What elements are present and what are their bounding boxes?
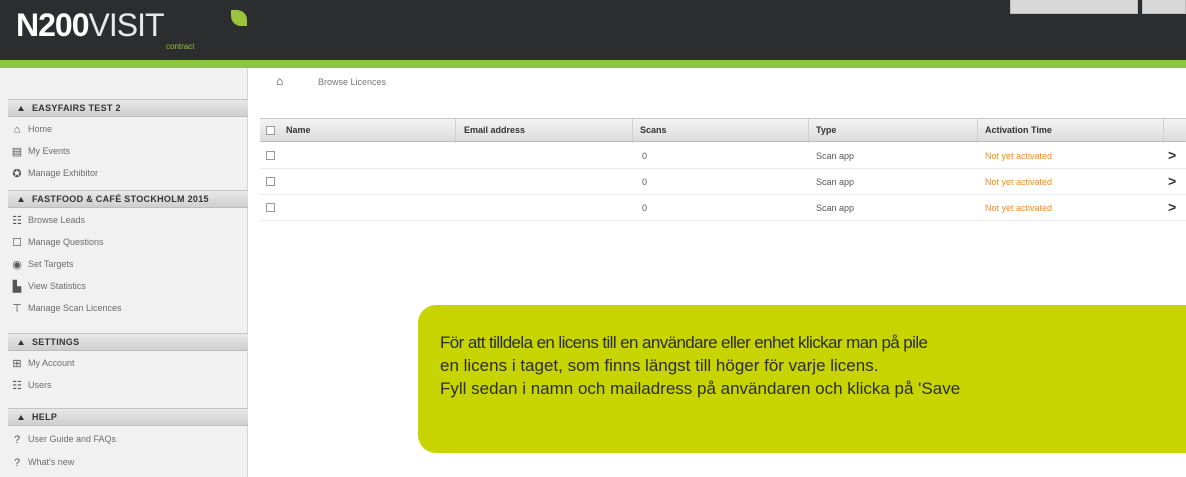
collapse-triangle-icon <box>18 340 24 345</box>
header-button-small[interactable] <box>1142 0 1186 14</box>
sidebar-item-user-guide[interactable]: ? User Guide and FAQs <box>8 430 248 450</box>
sidebar-item-label: Set Targets <box>28 259 74 269</box>
cell-type: Scan app <box>816 203 855 213</box>
callout-line-2: en licens i taget, som finns längst till… <box>440 356 879 375</box>
table-header: Name Email address Scans Type Activation… <box>260 118 1186 143</box>
column-header-name[interactable]: Name <box>286 125 311 135</box>
cell-scans: 0 <box>642 203 648 213</box>
sidebar-item-label: Manage Questions <box>28 237 104 247</box>
breadcrumb-current: Browse Licences <box>318 77 387 87</box>
sidebar-item-view-statistics[interactable]: ▙ View Statistics <box>8 277 248 297</box>
cell-scans: 0 <box>642 151 648 161</box>
sidebar-item-users[interactable]: ☷ Users <box>8 376 248 396</box>
sidebar-section-fastfood[interactable]: FASTFOOD & CAFÉ STOCKHOLM 2015 <box>8 190 248 208</box>
row-arrow-icon[interactable]: > <box>1168 199 1176 215</box>
table-row[interactable]: 0 Scan app Not yet activated > <box>260 169 1186 195</box>
sidebar-section-help[interactable]: HELP <box>8 408 248 426</box>
sidebar: EASYFAIRS TEST 2 ⌂ Home ▤ My Events ✪ Ma… <box>0 68 248 477</box>
question-icon: ? <box>13 434 21 446</box>
column-separator <box>977 119 978 143</box>
sidebar-item-label: Home <box>28 124 53 134</box>
logo[interactable]: N200VISIT contract <box>16 7 247 52</box>
question-icon: ? <box>13 457 21 469</box>
sidebar-item-label: Browse Leads <box>28 215 86 225</box>
home-icon: ⌂ <box>13 124 21 136</box>
gear-icon: ✪ <box>12 168 22 180</box>
leaf-icon <box>231 10 247 26</box>
cell-activation-status: Not yet activated <box>985 151 1053 161</box>
sidebar-item-label: What's new <box>28 457 75 467</box>
column-header-scans[interactable]: Scans <box>640 125 667 135</box>
column-header-activation-time[interactable]: Activation Time <box>985 125 1052 135</box>
column-separator <box>632 119 633 143</box>
sidebar-item-home[interactable]: ⌂ Home <box>8 120 248 140</box>
sidebar-section-settings[interactable]: SETTINGS <box>8 333 248 351</box>
sidebar-item-whats-new[interactable]: ? What's new <box>8 453 248 473</box>
column-separator <box>808 119 809 143</box>
accent-bar <box>0 60 1186 68</box>
calendar-icon: ▤ <box>11 146 23 158</box>
column-separator <box>1163 119 1164 143</box>
sidebar-section-title: SETTINGS <box>32 337 80 347</box>
collapse-triangle-icon <box>18 415 24 420</box>
callout-line-3: Fyll sedan i namn och mailadress på anvä… <box>440 379 961 398</box>
cell-activation-status: Not yet activated <box>985 203 1053 213</box>
sidebar-item-label: User Guide and FAQs <box>28 434 117 444</box>
row-checkbox[interactable] <box>266 177 275 186</box>
people-icon: ☷ <box>12 215 22 227</box>
collapse-triangle-icon <box>18 197 24 202</box>
column-header-email[interactable]: Email address <box>464 125 525 135</box>
sidebar-item-browse-leads[interactable]: ☷ Browse Leads <box>8 211 248 231</box>
collapse-triangle-icon <box>18 106 24 111</box>
cell-type: Scan app <box>816 151 855 161</box>
row-checkbox[interactable] <box>266 151 275 160</box>
scanner-icon: ⊤ <box>12 303 22 315</box>
cell-scans: 0 <box>642 177 648 187</box>
table-row[interactable]: 0 Scan app Not yet activated > <box>260 195 1186 221</box>
sidebar-item-label: Manage Exhibitor <box>28 168 99 178</box>
logo-light-text: VISIT <box>88 7 165 43</box>
sidebar-item-my-events[interactable]: ▤ My Events <box>8 142 248 162</box>
row-checkbox[interactable] <box>266 203 275 212</box>
target-icon: ◉ <box>12 259 22 271</box>
select-all-checkbox[interactable] <box>266 126 275 135</box>
table-row[interactable]: 0 Scan app Not yet activated > <box>260 143 1186 169</box>
sidebar-section-title: HELP <box>32 412 58 422</box>
column-header-type[interactable]: Type <box>816 125 836 135</box>
sidebar-item-manage-questions[interactable]: ☐ Manage Questions <box>8 233 248 253</box>
column-separator <box>455 119 456 143</box>
breadcrumb: ⌂ Browse Licences <box>260 72 1186 92</box>
sidebar-item-label: My Events <box>28 146 71 156</box>
sidebar-item-label: View Statistics <box>28 281 86 291</box>
top-header: N200VISIT contract <box>0 0 1186 60</box>
sidebar-item-label: My Account <box>28 358 75 368</box>
sidebar-section-title: EASYFAIRS TEST 2 <box>32 103 121 113</box>
logo-bold-text: N200 <box>16 7 89 43</box>
sidebar-item-my-account[interactable]: ⊞ My Account <box>8 354 248 374</box>
sidebar-section-title: FASTFOOD & CAFÉ STOCKHOLM 2015 <box>32 194 209 204</box>
sidebar-item-set-targets[interactable]: ◉ Set Targets <box>8 255 248 275</box>
users-icon: ☷ <box>12 380 22 392</box>
cell-activation-status: Not yet activated <box>985 177 1053 187</box>
instruction-callout: För att tilldela en licens till en använ… <box>418 305 1186 453</box>
sidebar-item-label: Manage Scan Licences <box>28 303 122 313</box>
logo-text: N200VISIT <box>16 7 165 43</box>
sidebar-item-manage-exhibitor[interactable]: ✪ Manage Exhibitor <box>8 164 248 184</box>
cell-type: Scan app <box>816 177 855 187</box>
logo-subtitle: contract <box>166 42 195 51</box>
row-arrow-icon[interactable]: > <box>1168 147 1176 163</box>
sidebar-item-label: Users <box>28 380 52 390</box>
chart-icon: ▙ <box>12 281 22 293</box>
row-arrow-icon[interactable]: > <box>1168 173 1176 189</box>
header-button[interactable] <box>1010 0 1138 14</box>
home-icon[interactable]: ⌂ <box>276 74 283 88</box>
sidebar-item-manage-scan-licences[interactable]: ⊤ Manage Scan Licences <box>8 299 248 319</box>
callout-line-1: För att tilldela en licens till en använ… <box>440 333 928 352</box>
app-window: N200VISIT contract EASYFAIRS TEST 2 ⌂ Ho… <box>0 0 1186 477</box>
account-icon: ⊞ <box>12 358 22 370</box>
sidebar-section-easyfairs[interactable]: EASYFAIRS TEST 2 <box>8 99 248 117</box>
document-icon: ☐ <box>12 237 22 249</box>
